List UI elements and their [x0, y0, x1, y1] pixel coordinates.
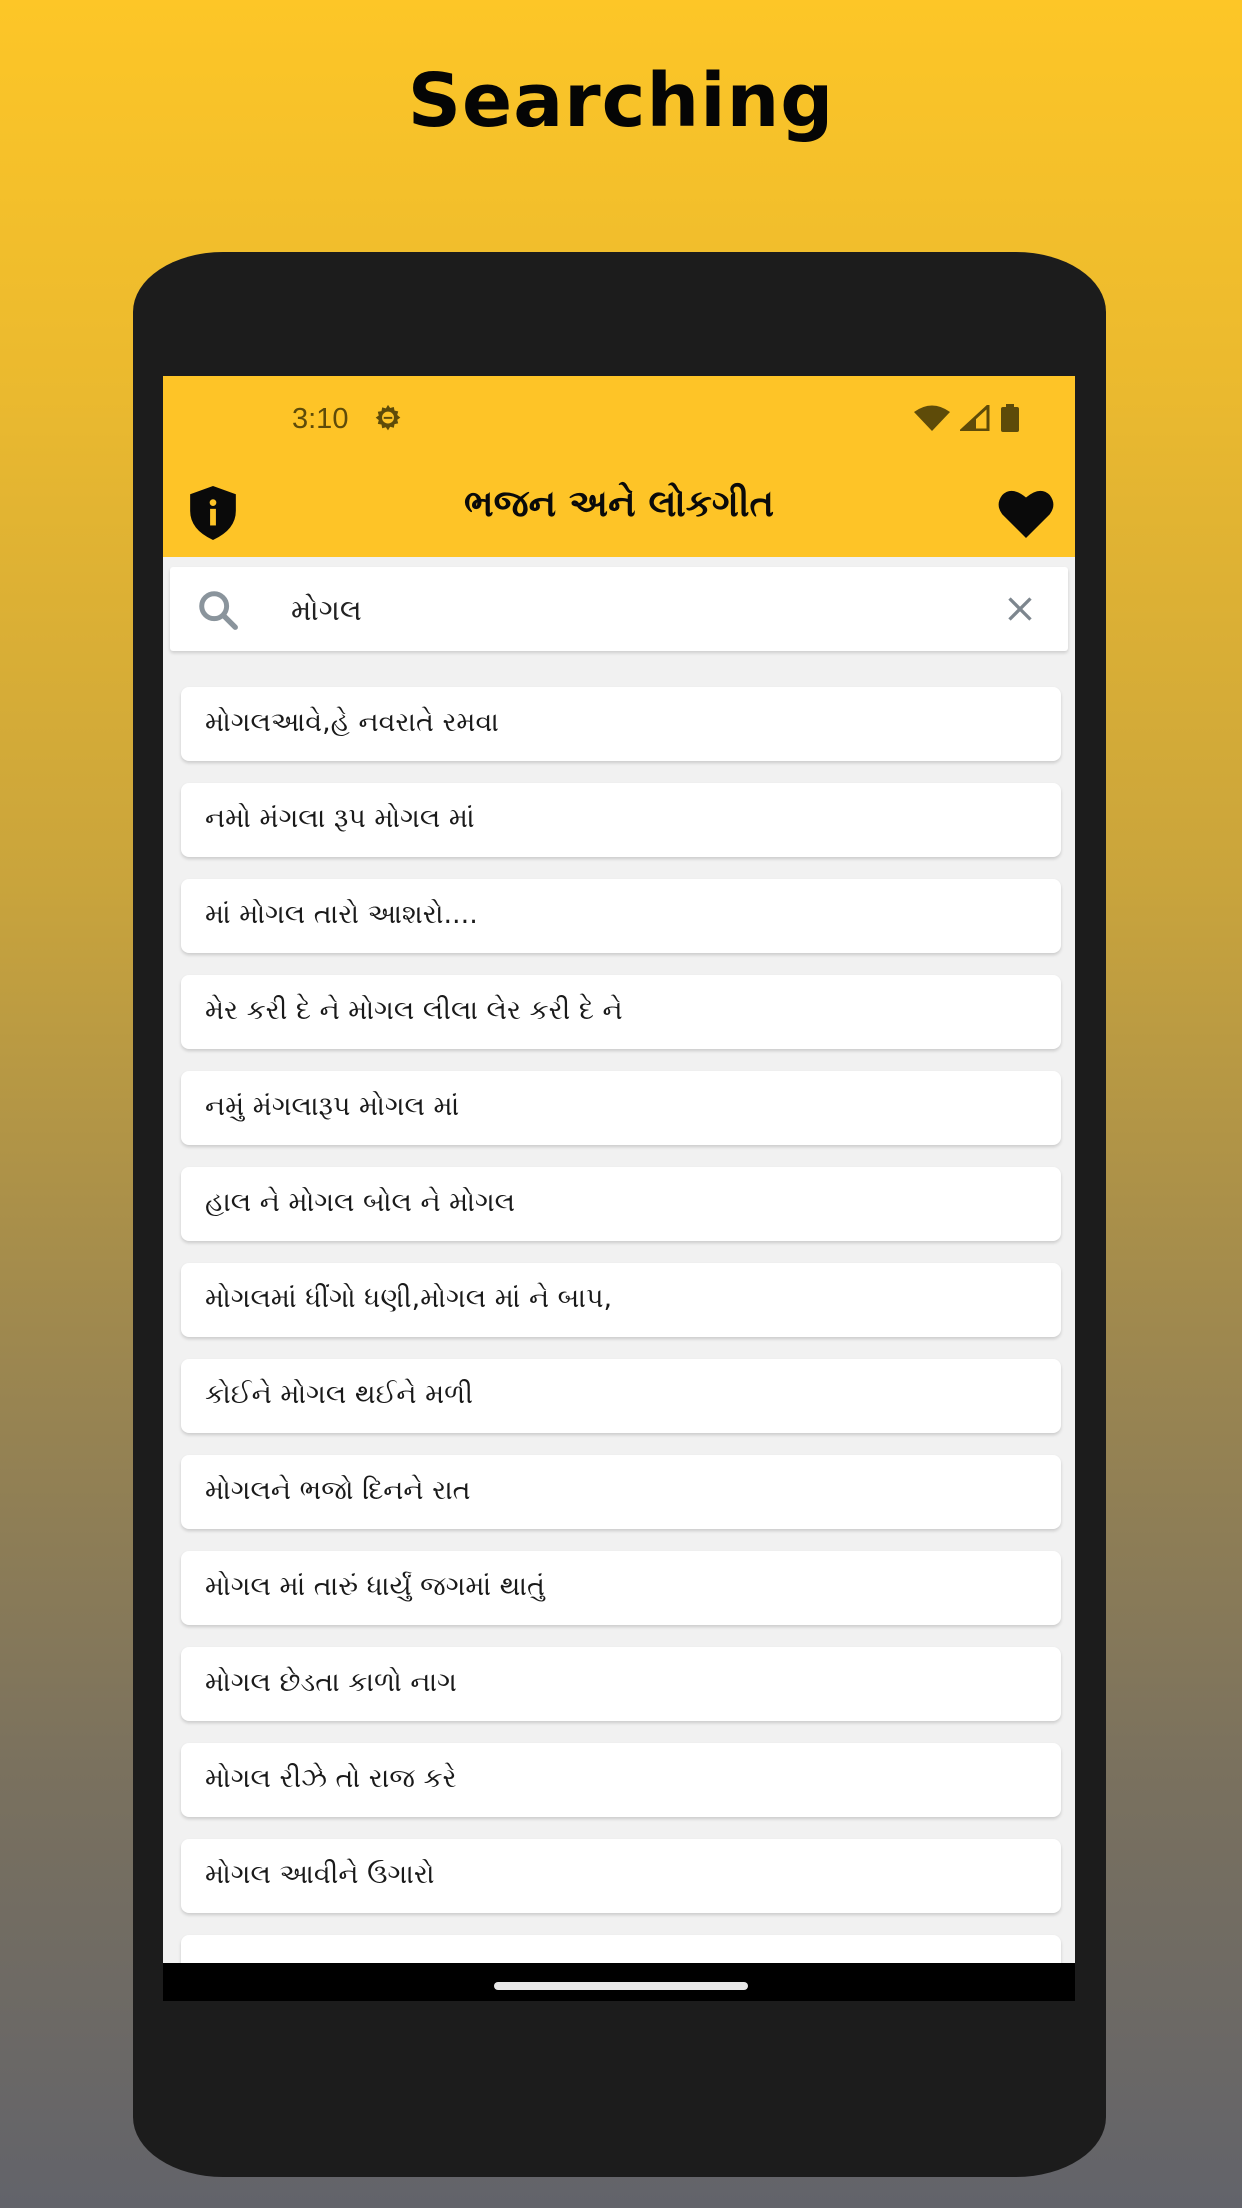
wifi-icon: [914, 405, 950, 431]
result-item[interactable]: કોઈને મોગલ થઈને મળી: [181, 1359, 1061, 1433]
result-item[interactable]: મેર કરી દે ને મોગલ લીલા લેર કરી દે ને: [181, 975, 1061, 1049]
result-title: માં મોગલ તારો આશરો....: [205, 899, 478, 930]
app-title: ભજન અને લોકગીત: [464, 482, 774, 525]
page-headline: Searching: [407, 58, 835, 144]
result-title: હાલ ને મોગલ બોલ ને મોગલ: [205, 1187, 516, 1218]
result-title: મોગલને ભજો દિનને રાત: [205, 1475, 471, 1506]
close-icon[interactable]: [1002, 591, 1038, 627]
result-item[interactable]: મોગલ આવીને ઉગારો: [181, 1839, 1061, 1913]
search-icon: [199, 591, 238, 630]
cellular-signal-icon: [960, 405, 990, 431]
search-input[interactable]: [289, 581, 943, 639]
result-item[interactable]: માં મોગલ તારો આશરો....: [181, 879, 1061, 953]
result-item[interactable]: મોગલ રીઝે તો રાજ કરે: [181, 1743, 1061, 1817]
result-title: નમું મંગલારૂપ મોગલ માં: [205, 1091, 460, 1122]
result-title: કોઈને મોગલ થઈને મળી: [205, 1379, 473, 1410]
result-item[interactable]: મોગલ માં તારું ધાર્યું જગમાં થાતું: [181, 1551, 1061, 1625]
result-item[interactable]: નમો મંગલા રૂપ મોગલ માં: [181, 783, 1061, 857]
settings-gear-icon: [375, 404, 401, 431]
phone-screen: 3:10 ભજન અને લોકગીત મોગલ મોગલઆવે,હે નવરા…: [163, 376, 1075, 2001]
result-item[interactable]: મોગલઆવે,હે નવરાતે રમવા: [181, 687, 1061, 761]
battery-icon: [1001, 404, 1019, 432]
navigation-bar: [163, 1963, 1075, 2001]
result-title: નમો મંગલા રૂપ મોગલ માં: [205, 803, 475, 834]
result-item[interactable]: મોગલને ભજો દિનને રાત: [181, 1455, 1061, 1529]
result-item[interactable]: મોગલમાં ધીંગો ધણી,મોગલ માં ને બાપ,: [181, 1263, 1061, 1337]
search-results-list: મોગલઆવે,હે નવરાતે રમવા નમો મંગલા રૂપ મોગ…: [181, 687, 1061, 2001]
search-bar: [170, 567, 1068, 651]
result-title: મોગલ છેડતા કાળો નાગ: [205, 1667, 457, 1698]
status-bar: 3:10: [163, 376, 1075, 468]
result-title: મોગલ રીઝે તો રાજ કરે: [205, 1763, 457, 1794]
result-title: મોગલમાં ધીંગો ધણી,મોગલ માં ને બાપ,: [205, 1283, 613, 1314]
home-gesture-handle[interactable]: [494, 1982, 748, 1990]
status-time: 3:10: [292, 403, 349, 435]
result-title: મોગલ આવીને ઉગારો: [205, 1859, 435, 1890]
heart-icon[interactable]: [997, 488, 1055, 538]
result-title: મોગલઆવે,હે નવરાતે રમવા: [205, 707, 499, 738]
result-title: મેર કરી દે ને મોગલ લીલા લેર કરી દે ને: [205, 995, 623, 1026]
result-item[interactable]: નમું મંગલારૂપ મોગલ માં: [181, 1071, 1061, 1145]
result-item[interactable]: હાલ ને મોગલ બોલ ને મોગલ: [181, 1167, 1061, 1241]
result-title: મોગલ માં તારું ધાર્યું જગમાં થાતું: [205, 1571, 545, 1602]
app-bar: ભજન અને લોકગીત: [163, 468, 1075, 557]
result-item[interactable]: મોગલ છેડતા કાળો નાગ: [181, 1647, 1061, 1721]
